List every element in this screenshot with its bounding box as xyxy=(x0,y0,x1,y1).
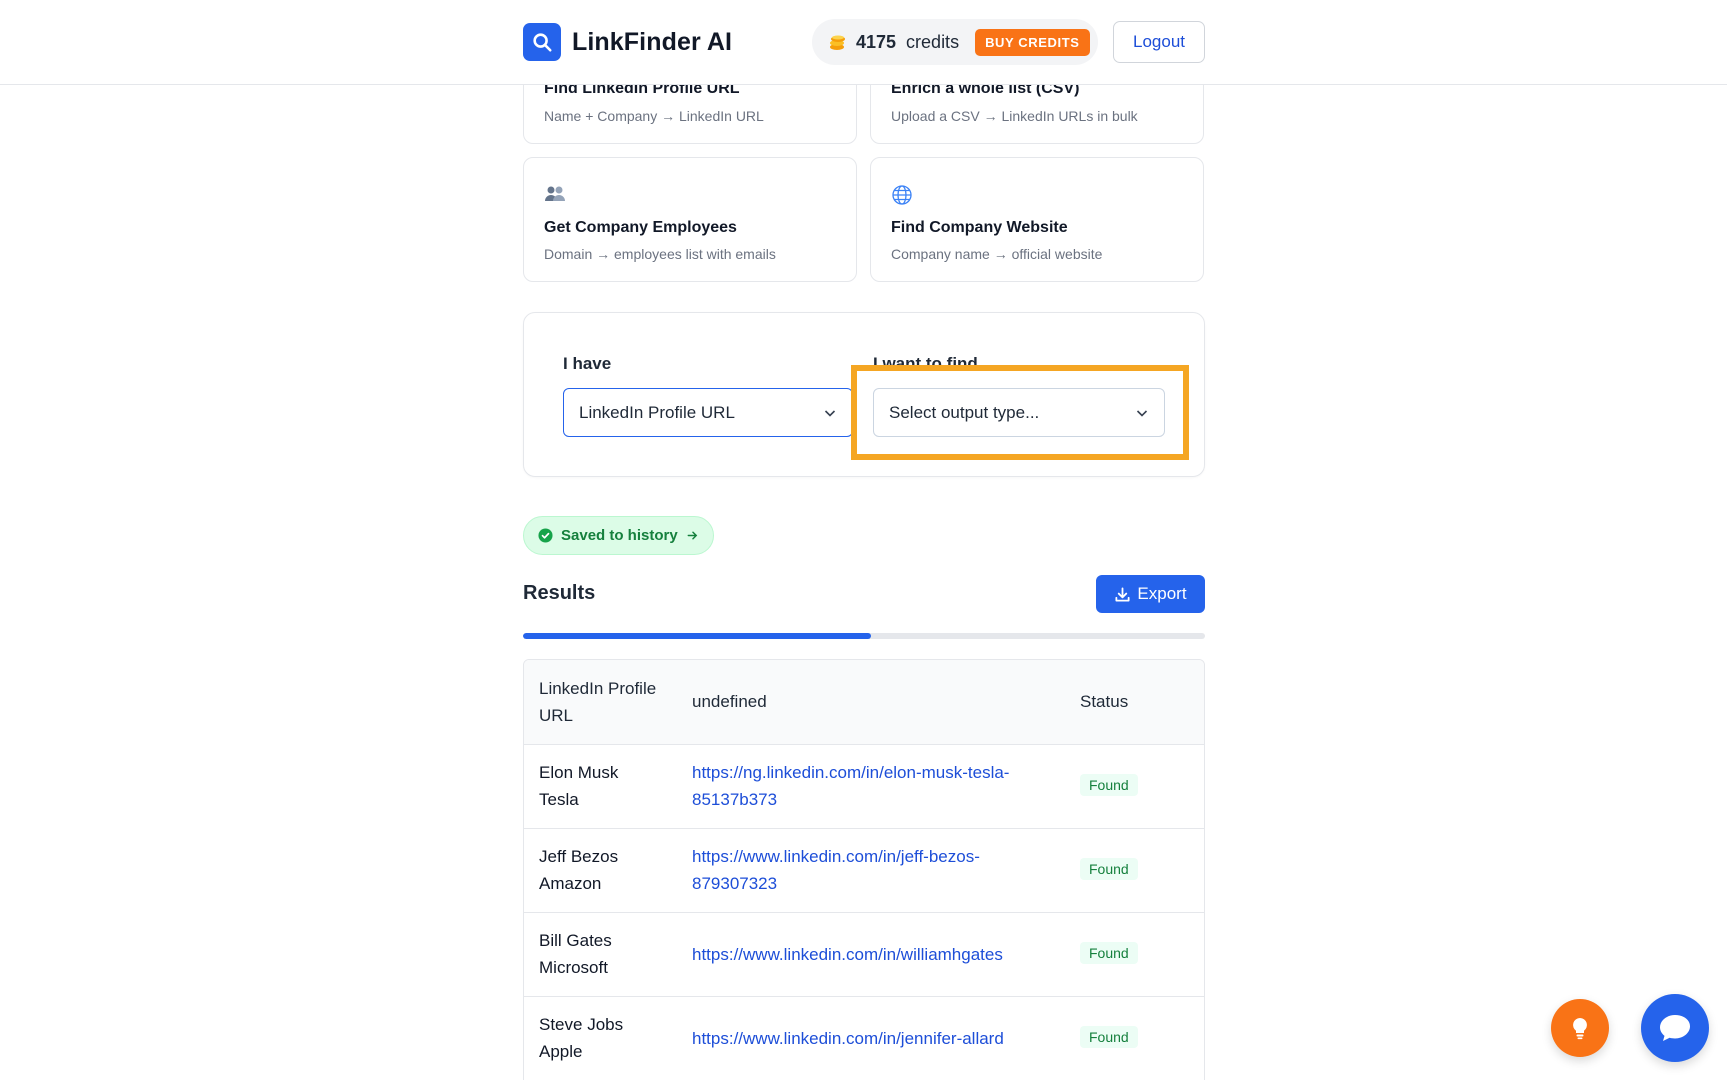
progress-fill xyxy=(523,633,871,639)
column-header-status[interactable]: Status xyxy=(1080,688,1128,715)
profile-url-link[interactable]: https://www.linkedin.com/in/jennifer-all… xyxy=(692,1025,1052,1052)
status-badge: Found xyxy=(1080,858,1138,880)
company-name: Apple xyxy=(539,1042,583,1061)
table-row: Steve Jobs Apple https://www.linkedin.co… xyxy=(524,997,1204,1080)
table-header: LinkedIn Profile URL undefined Status xyxy=(524,660,1204,745)
status-badge: Found xyxy=(1080,774,1138,796)
have-label: I have xyxy=(563,354,612,373)
search-icon xyxy=(523,23,561,61)
credits-pill: 4175 credits BUY CREDITS xyxy=(812,19,1098,65)
company-name: Amazon xyxy=(539,874,602,893)
arrow-right-icon xyxy=(687,531,697,540)
buy-credits-button[interactable]: BUY CREDITS xyxy=(975,28,1090,56)
status-badge: Found xyxy=(1080,942,1138,964)
saved-to-history-badge[interactable]: Saved to history xyxy=(523,516,714,555)
saved-badge-label: Saved to history xyxy=(561,527,678,544)
column-header-undefined[interactable]: undefined xyxy=(692,688,767,715)
export-button[interactable]: Export xyxy=(1096,575,1205,613)
download-icon xyxy=(1115,586,1130,602)
app-name: LinkFinder AI xyxy=(572,27,733,56)
card-desc: Name + Company → LinkedIn URL xyxy=(544,108,764,124)
person-name: Bill Gates xyxy=(539,931,612,950)
profile-url-link[interactable]: https://www.linkedin.com/in/williamhgate… xyxy=(692,941,1052,968)
company-name: Tesla xyxy=(539,790,579,809)
name-cell: Elon Musk Tesla xyxy=(539,759,679,813)
person-name: Jeff Bezos xyxy=(539,847,619,866)
table-row: Bill Gates Microsoft https://www.linkedi… xyxy=(524,913,1204,997)
card-company-website[interactable]: Find Company Website Company name → offi… xyxy=(870,157,1204,282)
column-header-linkedin-url[interactable]: LinkedIn Profile URL xyxy=(539,675,679,729)
name-cell: Steve Jobs Apple xyxy=(539,1011,679,1065)
table-row: Elon Musk Tesla https://ng.linkedin.com/… xyxy=(524,745,1204,829)
profile-url-link[interactable]: https://www.linkedin.com/in/jeff-bezos-8… xyxy=(692,843,1052,897)
chevron-down-icon xyxy=(824,410,836,417)
name-cell: Jeff Bezos Amazon xyxy=(539,843,679,897)
lightbulb-icon xyxy=(1573,1018,1587,1040)
card-desc: Company name → official website xyxy=(891,246,1103,262)
people-icon xyxy=(544,184,566,206)
credits-count: 4175 xyxy=(856,31,897,52)
have-select[interactable]: LinkedIn Profile URL xyxy=(563,388,853,437)
credits-label: credits xyxy=(906,31,960,52)
card-title: Get Company Employees xyxy=(544,219,737,236)
globe-icon xyxy=(891,184,913,206)
profile-url-link[interactable]: https://ng.linkedin.com/in/elon-musk-tes… xyxy=(692,759,1052,813)
tips-button[interactable] xyxy=(1551,999,1609,1057)
logout-button[interactable]: Logout xyxy=(1113,21,1205,63)
chat-button[interactable] xyxy=(1641,994,1709,1062)
table-row: Jeff Bezos Amazon https://www.linkedin.c… xyxy=(524,829,1204,913)
card-title: Find Company Website xyxy=(891,219,1068,236)
results-table: LinkedIn Profile URL undefined Status El… xyxy=(523,659,1205,1080)
export-label: Export xyxy=(1137,584,1187,603)
card-desc: Upload a CSV → LinkedIn URLs in bulk xyxy=(891,108,1138,124)
card-company-employees[interactable]: Get Company Employees Domain → employees… xyxy=(523,157,857,282)
have-select-value: LinkedIn Profile URL xyxy=(579,402,735,422)
results-title: Results xyxy=(523,582,596,604)
top-header: LinkFinder AI 4175 credits BUY CREDITS L… xyxy=(0,0,1727,85)
chat-bubble-icon xyxy=(1660,1015,1690,1041)
status-badge: Found xyxy=(1080,1026,1138,1048)
brand[interactable]: LinkFinder AI xyxy=(523,23,732,61)
check-circle-icon xyxy=(538,528,553,543)
progress-bar xyxy=(523,633,1205,639)
person-name: Elon Musk xyxy=(539,763,619,782)
company-name: Microsoft xyxy=(539,958,608,977)
highlight-box xyxy=(851,365,1189,460)
coins-icon xyxy=(826,31,848,53)
name-cell: Bill Gates Microsoft xyxy=(539,927,679,981)
card-desc: Domain → employees list with emails xyxy=(544,246,776,262)
person-name: Steve Jobs xyxy=(539,1015,624,1034)
